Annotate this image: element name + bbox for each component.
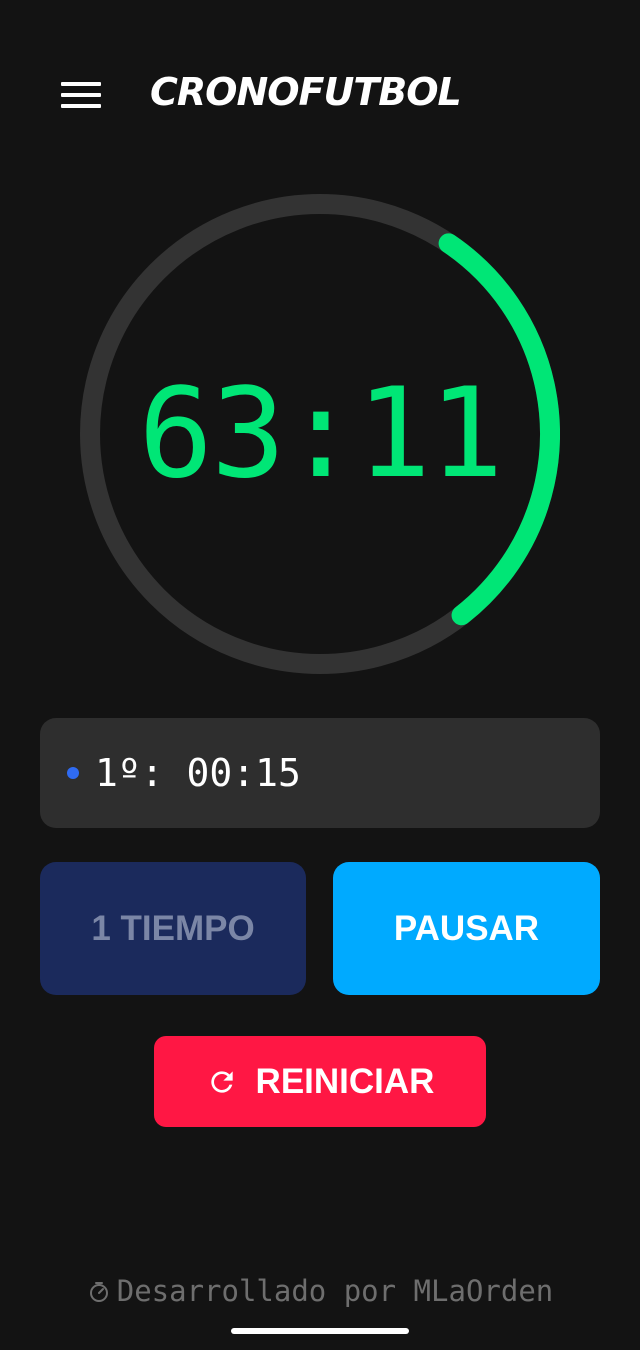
footer-credit: Desarrollado por MLaOrden [116,1274,554,1308]
footer: Desarrollado por MLaOrden [0,1274,640,1308]
period-indicator-dot [67,767,79,779]
refresh-icon [210,1070,233,1093]
pause-button[interactable]: PAUSAR [333,862,600,995]
timer-display: 63:11 [138,362,503,506]
timer-icon [89,1282,108,1302]
hamburger-menu-icon [61,82,101,86]
period-button[interactable]: 1 TIEMPO [40,862,306,995]
reset-button[interactable]: REINICIAR [154,1036,486,1127]
period-elapsed-text: 1º: 00:15 [95,751,301,795]
period-status-panel: 1º: 00:15 [40,718,600,828]
timer-ring: 63:11 [80,194,560,674]
app-title: CRONOFUTBOL [150,70,462,114]
menu-button[interactable] [56,76,106,116]
home-indicator[interactable] [231,1328,409,1334]
reset-button-label: REINICIAR [255,1061,435,1101]
